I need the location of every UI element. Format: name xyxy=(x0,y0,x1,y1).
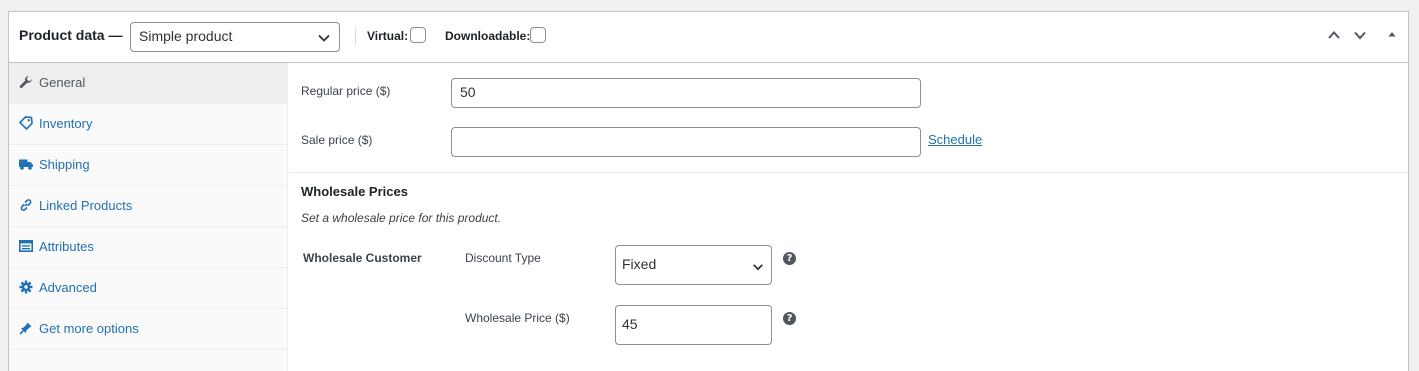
discount-type-help-icon[interactable]: ? xyxy=(783,252,796,265)
downloadable-checkbox[interactable] xyxy=(530,27,546,43)
panel-header: Product data — Simple product Virtual: D… xyxy=(9,12,1408,63)
wholesale-price-label: Wholesale Price ($) xyxy=(465,311,570,325)
tab-advanced[interactable]: Advanced xyxy=(9,268,287,309)
regular-price-value: 50 xyxy=(460,84,476,100)
tab-inventory[interactable]: Inventory xyxy=(9,104,287,145)
wholesale-prices-title: Wholesale Prices xyxy=(301,184,408,199)
virtual-label: Virtual: xyxy=(367,29,409,43)
move-up-icon[interactable] xyxy=(1327,28,1341,42)
panel-title: Product data — xyxy=(19,27,123,43)
tab-get-more-options[interactable]: Get more options xyxy=(9,309,287,350)
virtual-checkbox[interactable] xyxy=(410,27,426,43)
tab-general[interactable]: General xyxy=(9,63,287,104)
wrench-icon xyxy=(19,76,32,89)
header-divider xyxy=(355,28,356,46)
product-data-tabs: General Inventory Shipping Linked Produc… xyxy=(9,63,288,371)
plugin-icon xyxy=(19,322,32,335)
product-type-select[interactable]: Simple product xyxy=(130,22,340,52)
tab-attributes-label: Attributes xyxy=(39,239,94,254)
wholesale-prices-description: Set a wholesale price for this product. xyxy=(301,211,502,225)
discount-type-label: Discount Type xyxy=(465,251,541,265)
list-icon xyxy=(19,239,33,252)
sale-price-input[interactable] xyxy=(451,127,921,157)
truck-icon xyxy=(19,159,33,170)
tab-general-label: General xyxy=(39,75,86,90)
tab-shipping-label: Shipping xyxy=(39,157,90,172)
tab-get-more-options-label: Get more options xyxy=(39,321,139,336)
tab-inventory-label: Inventory xyxy=(39,116,93,131)
product-type-value: Simple product xyxy=(139,28,233,44)
tab-linked-products[interactable]: Linked Products xyxy=(9,186,287,227)
move-down-icon[interactable] xyxy=(1353,28,1367,42)
downloadable-label: Downloadable: xyxy=(445,29,531,43)
tab-linked-products-label: Linked Products xyxy=(39,198,133,213)
discount-type-value: Fixed xyxy=(622,256,657,272)
collapse-toggle-icon[interactable] xyxy=(1387,29,1397,39)
wholesale-price-help-icon[interactable]: ? xyxy=(783,312,796,325)
tab-shipping[interactable]: Shipping xyxy=(9,145,287,186)
tab-attributes[interactable]: Attributes xyxy=(9,227,287,268)
schedule-link[interactable]: Schedule xyxy=(928,132,982,147)
regular-price-input[interactable]: 50 xyxy=(451,78,921,108)
wholesale-role-label: Wholesale Customer xyxy=(303,251,422,265)
product-data-panel: Product data — Simple product Virtual: D… xyxy=(8,11,1409,371)
wholesale-price-input[interactable]: 45 xyxy=(615,305,772,345)
link-icon xyxy=(20,199,32,211)
chevron-down-icon xyxy=(753,264,763,271)
chevron-down-icon xyxy=(318,34,330,42)
tag-icon xyxy=(19,116,33,130)
sale-price-label: Sale price ($) xyxy=(301,133,373,147)
section-divider xyxy=(289,172,1408,173)
general-panel: Regular price ($) 50 Sale price ($) Sche… xyxy=(289,63,1408,371)
tab-advanced-label: Advanced xyxy=(39,280,97,295)
wholesale-price-value: 45 xyxy=(622,316,638,332)
gear-icon xyxy=(19,280,33,294)
regular-price-label: Regular price ($) xyxy=(301,84,391,98)
discount-type-select[interactable]: Fixed xyxy=(615,245,772,285)
